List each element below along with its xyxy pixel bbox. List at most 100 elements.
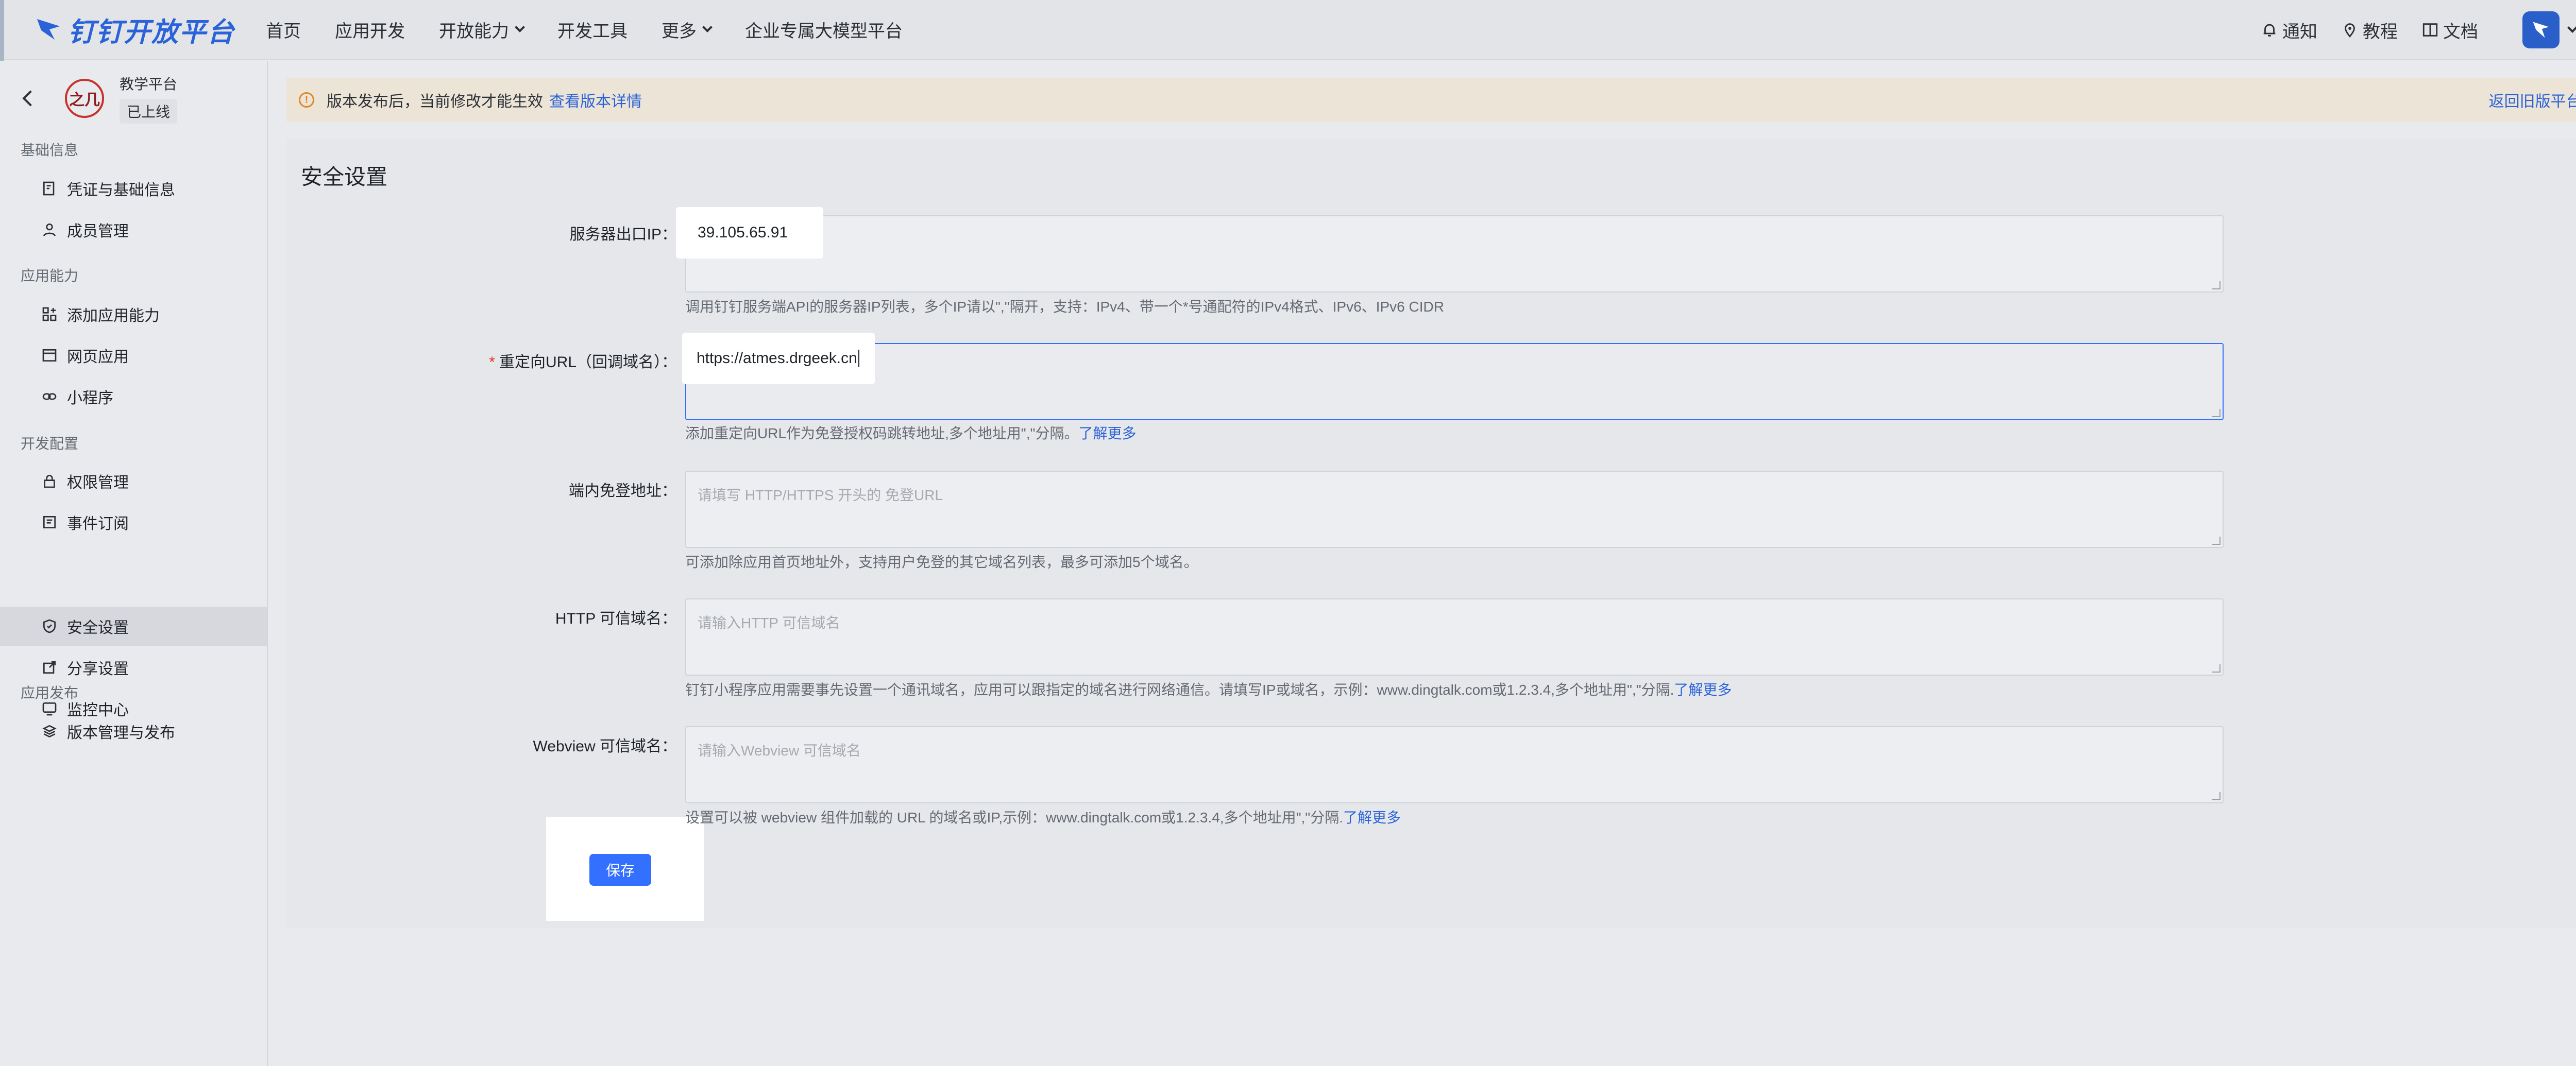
server-ip-hint-text: 调用钉钉服务端API的服务器IP列表，多个IP请以","隔开，支持：IPv4、带… xyxy=(685,299,1444,315)
sidebar-item-security[interactable]: 安全设置 xyxy=(0,607,267,646)
http-domain-textarea[interactable]: 请输入HTTP 可信域名 xyxy=(685,598,2224,676)
tutorial-label: 教程 xyxy=(2363,22,2398,42)
sidebar-item-label: 凭证与基础信息 xyxy=(67,182,175,199)
resize-grip-icon[interactable] xyxy=(2212,409,2221,417)
webview-domain-hint: 设置可以被 webview 组件加载的 URL 的域名或IP,示例：www.di… xyxy=(685,806,1401,827)
book-icon xyxy=(2422,23,2438,37)
redirect-url-label-text: 重定向URL（回调域名）： xyxy=(499,354,677,371)
resize-grip-icon[interactable] xyxy=(2212,281,2221,289)
redirect-url-value-text: https://atmes.drgeek.cn xyxy=(697,350,857,367)
nav-open-capabilities[interactable]: 开放能力 xyxy=(439,17,525,42)
share-edit-icon xyxy=(43,661,56,674)
sidebar-item-credentials[interactable]: 凭证与基础信息 xyxy=(0,169,267,208)
nav-home[interactable]: 首页 xyxy=(266,17,301,42)
server-ip-value-text: 39.105.65.91 xyxy=(698,224,788,241)
chevron-down-icon xyxy=(515,22,525,32)
page-title: 安全设置 xyxy=(301,165,388,189)
sidebar-item-versions[interactable]: 版本管理与发布 xyxy=(0,712,267,751)
sidebar-item-label: 安全设置 xyxy=(67,620,129,637)
docs-link[interactable]: 文档 xyxy=(2421,18,2478,43)
sidebar-section-capabilities: 应用能力 xyxy=(21,268,79,284)
sidebar-item-web-app[interactable]: 网页应用 xyxy=(0,336,267,375)
redirect-url-textarea[interactable] xyxy=(685,343,2224,420)
notice-text: 版本发布后，当前修改才能生效 xyxy=(327,93,543,110)
tutorial-link[interactable]: 教程 xyxy=(2341,18,2398,43)
sidebar-item-label: 权限管理 xyxy=(67,474,129,491)
notice-right: 返回旧版平台 × xyxy=(2489,89,2576,112)
server-ip-value[interactable]: 39.105.65.91 xyxy=(677,208,822,257)
resize-grip-icon[interactable] xyxy=(2212,537,2221,545)
nav-llm-platform[interactable]: 企业专属大模型平台 xyxy=(745,17,903,42)
sidebar-item-add-capability[interactable]: 添加应用能力 xyxy=(0,295,267,334)
nav-dev-tools[interactable]: 开发工具 xyxy=(557,17,628,42)
resize-grip-icon[interactable] xyxy=(2212,792,2221,800)
top-right-links: 通知 教程 文档 xyxy=(2261,0,2576,60)
resize-grip-icon[interactable] xyxy=(2212,664,2221,673)
brand-logo[interactable]: 钉钉开放平台 xyxy=(34,10,235,49)
nav-more[interactable]: 更多 xyxy=(662,17,713,42)
brand-name: 钉钉开放平台 xyxy=(68,17,235,47)
sidebar-section-dev-config: 开发配置 xyxy=(21,436,79,452)
app-header: 之几 教学平台 已上线 xyxy=(19,70,256,127)
redirect-url-hint: 添加重定向URL作为免登授权码跳转地址,多个地址用","分隔。了解更多 xyxy=(685,422,1136,443)
sidebar-item-label: 成员管理 xyxy=(67,223,129,240)
sidebar-item-permissions[interactable]: 权限管理 xyxy=(0,461,267,501)
nav-app-dev[interactable]: 应用开发 xyxy=(335,17,405,42)
grid-add-icon xyxy=(42,307,57,321)
docs-label: 文档 xyxy=(2443,22,2478,42)
webview-domain-label: Webview 可信域名： xyxy=(533,738,677,755)
user-avatar[interactable] xyxy=(2522,11,2560,48)
user-icon xyxy=(43,223,56,236)
inapp-login-hint: 可添加除应用首页地址外，支持用户免登的其它域名列表，最多可添加5个域名。 xyxy=(685,551,1198,572)
app-name: 教学平台 xyxy=(120,76,178,92)
sidebar-item-label: 事件订阅 xyxy=(67,515,129,532)
sidebar-item-label: 小程序 xyxy=(67,390,113,407)
server-ip-label: 服务器出口IP： xyxy=(569,226,677,243)
nav-open-capabilities-label: 开放能力 xyxy=(439,21,510,41)
certificate-icon xyxy=(43,181,55,196)
top-navbar: 钉钉开放平台 首页 应用开发 开放能力 开发工具 更多 企业专属大模型平台 通知… xyxy=(0,0,2576,60)
server-ip-textarea[interactable] xyxy=(685,215,2224,293)
sidebar-item-label: 添加应用能力 xyxy=(67,307,160,324)
dingtalk-avatar-icon xyxy=(2533,22,2549,38)
back-arrow-icon[interactable] xyxy=(22,90,39,107)
nav-more-label: 更多 xyxy=(662,21,697,41)
back-old-platform-link[interactable]: 返回旧版平台 xyxy=(2489,89,2576,111)
server-ip-hint: 调用钉钉服务端API的服务器IP列表，多个IP请以","隔开，支持：IPv4、带… xyxy=(685,296,1444,316)
sidebar-item-events[interactable]: 事件订阅 xyxy=(0,503,267,542)
http-domain-hint: 钉钉小程序应用需要事先设置一个通讯域名，应用可以跟指定的域名进行网络通信。请填写… xyxy=(685,679,1732,699)
dingtalk-logo-icon xyxy=(37,19,60,40)
inapp-login-label: 端内免登地址： xyxy=(569,483,677,500)
sidebar-item-members[interactable]: 成员管理 xyxy=(0,210,267,249)
notifications-link[interactable]: 通知 xyxy=(2261,18,2317,43)
webview-domain-textarea[interactable]: 请输入Webview 可信域名 xyxy=(685,726,2224,803)
chevron-down-icon[interactable] xyxy=(2567,23,2576,33)
learn-more-link[interactable]: 了解更多 xyxy=(1674,682,1732,698)
browser-window-icon xyxy=(42,349,57,362)
event-list-icon xyxy=(43,516,56,528)
lock-icon xyxy=(44,475,55,488)
shield-icon xyxy=(43,619,56,633)
link-icon xyxy=(42,393,57,400)
bell-icon xyxy=(2263,24,2276,37)
sidebar-item-share[interactable]: 分享设置 xyxy=(0,648,267,687)
save-button[interactable]: 保存 xyxy=(589,854,651,886)
location-pin-icon xyxy=(2345,23,2355,38)
inapp-login-textarea[interactable]: 请填写 HTTP/HTTPS 开头的 免登URL xyxy=(685,471,2224,548)
webview-domain-placeholder: 请输入Webview 可信域名 xyxy=(698,743,861,759)
redirect-url-value[interactable]: https://atmes.drgeek.cn xyxy=(683,334,874,383)
learn-more-link[interactable]: 了解更多 xyxy=(1343,810,1401,826)
sidebar-item-mini-program[interactable]: 小程序 xyxy=(0,377,267,416)
inapp-login-hint-text: 可添加除应用首页地址外，支持用户免登的其它域名列表，最多可添加5个域名。 xyxy=(685,554,1198,570)
release-notice-bar: ! 版本发布后，当前修改才能生效 查看版本详情 返回旧版平台 × xyxy=(286,78,2576,122)
sidebar: 之几 教学平台 已上线 基础信息 凭证与基础信息 成员管理 应用能力 添加应用能… xyxy=(0,61,268,1066)
layers-icon xyxy=(42,725,57,738)
view-version-link[interactable]: 查看版本详情 xyxy=(549,89,642,111)
warning-icon: ! xyxy=(299,92,314,108)
redirect-url-label: * 重定向URL（回调域名）： xyxy=(285,349,677,372)
text-cursor xyxy=(858,350,859,367)
redirect-url-hint-text: 添加重定向URL作为免登授权码跳转地址,多个地址用","分隔。 xyxy=(685,425,1079,441)
chevron-down-icon xyxy=(702,22,713,32)
learn-more-link[interactable]: 了解更多 xyxy=(1078,425,1136,441)
http-domain-placeholder: 请输入HTTP 可信域名 xyxy=(698,615,840,631)
